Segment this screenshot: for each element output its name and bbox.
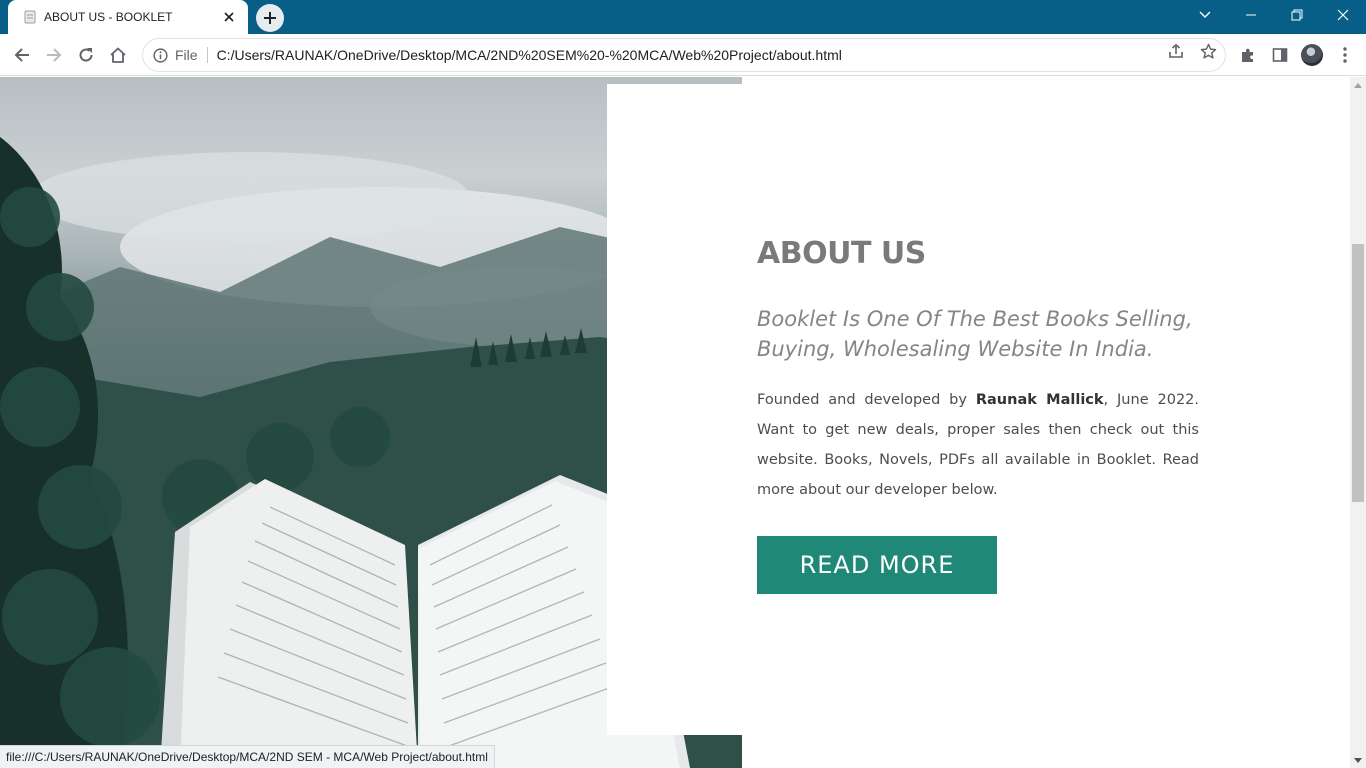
scrollbar-thumb[interactable]: [1352, 244, 1364, 502]
address-bar[interactable]: File C:/Users/RAUNAK/OneDrive/Desktop/MC…: [142, 38, 1226, 72]
tab-close-icon[interactable]: [220, 8, 238, 26]
side-panel-icon[interactable]: [1264, 39, 1296, 71]
site-info-icon[interactable]: [151, 46, 169, 64]
minimize-window-button[interactable]: [1228, 0, 1274, 30]
about-description: Founded and developed by Raunak Mallick,…: [757, 385, 1199, 505]
plus-icon: [264, 12, 276, 24]
browser-title-bar: ABOUT US - BOOKLET: [0, 0, 1366, 34]
bookmark-star-icon[interactable]: [1195, 38, 1221, 64]
address-url-text[interactable]: C:/Users/RAUNAK/OneDrive/Desktop/MCA/2ND…: [217, 47, 842, 63]
browser-tab-active[interactable]: ABOUT US - BOOKLET: [8, 0, 248, 34]
tab-search-chevron-icon[interactable]: [1182, 0, 1228, 30]
close-window-button[interactable]: [1320, 0, 1366, 30]
tab-title: ABOUT US - BOOKLET: [44, 10, 173, 24]
about-tagline: Booklet Is One Of The Best Books Selling…: [757, 307, 1193, 361]
restore-window-button[interactable]: [1274, 0, 1320, 30]
link-status-bubble: file:///C:/Users/RAUNAK/OneDrive/Desktop…: [0, 745, 495, 768]
share-icon[interactable]: [1163, 38, 1189, 64]
new-tab-button[interactable]: [256, 4, 284, 32]
author-name: Raunak Mallick: [975, 392, 1104, 408]
extensions-puzzle-icon[interactable]: [1232, 39, 1264, 71]
page-viewport: ABOUT US Booklet Is One Of The Best Book…: [0, 77, 1350, 768]
about-card: ABOUT US Booklet Is One Of The Best Book…: [607, 84, 1350, 735]
profile-avatar[interactable]: [1301, 44, 1323, 66]
browser-menu-kebab-icon[interactable]: [1329, 39, 1361, 71]
page-favicon-icon: [22, 9, 38, 25]
address-scheme-label: File: [175, 47, 208, 63]
reload-icon[interactable]: [70, 39, 102, 71]
forward-arrow-icon[interactable]: [38, 39, 70, 71]
scroll-down-arrow-icon[interactable]: [1350, 752, 1366, 768]
read-more-button[interactable]: READ MORE: [757, 536, 997, 594]
scroll-up-arrow-icon[interactable]: [1350, 77, 1366, 93]
home-icon[interactable]: [102, 39, 134, 71]
about-description-prefix: Founded and developed by: [757, 392, 976, 408]
browser-toolbar: File C:/Users/RAUNAK/OneDrive/Desktop/MC…: [0, 34, 1366, 76]
back-arrow-icon[interactable]: [6, 39, 38, 71]
about-heading: ABOUT US: [757, 236, 926, 271]
page-scrollbar[interactable]: [1350, 77, 1366, 768]
